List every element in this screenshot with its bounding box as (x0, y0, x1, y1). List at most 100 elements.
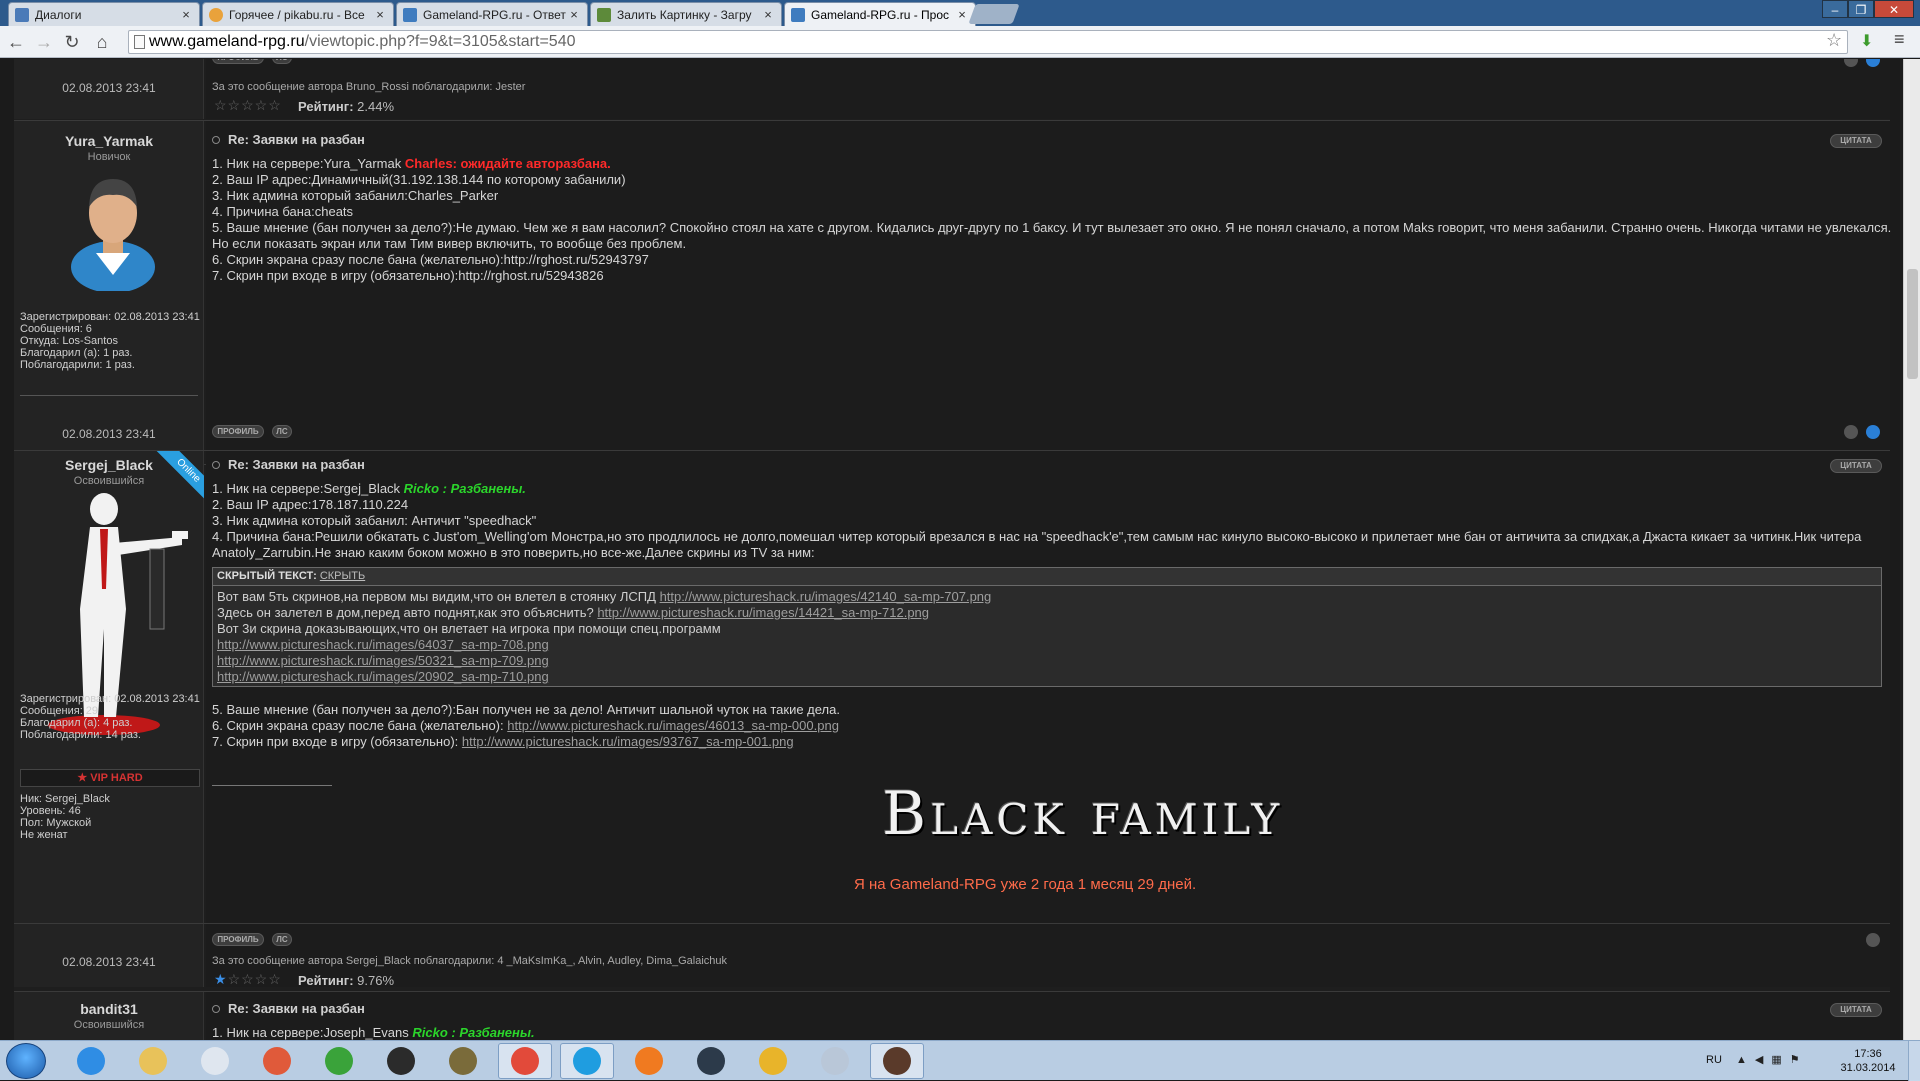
taskbar-button[interactable] (188, 1043, 242, 1079)
image-favicon-icon (597, 7, 611, 22)
registered: Зарегистрирован: 02.08.2013 23:41 (20, 693, 200, 705)
divider (14, 450, 1890, 451)
taskbar-button[interactable] (64, 1043, 118, 1079)
download-extension-icon[interactable]: ⬇ (1860, 31, 1873, 51)
close-icon[interactable]: × (179, 7, 193, 22)
report-icon[interactable] (1866, 933, 1880, 947)
username[interactable]: bandit31 (14, 1001, 204, 1017)
taskbar-button[interactable] (436, 1043, 490, 1079)
page-viewport: ПРОФИЛЬ ЛС 02.08.2013 23:41 За это сообщ… (0, 59, 1920, 1040)
line-reason: 4. Причина бана:Решили обкатать с Just'o… (212, 529, 1862, 560)
gameland-favicon-icon (791, 7, 805, 22)
taskbar-button[interactable] (622, 1043, 676, 1079)
quote-button[interactable]: ЦИТАТА (1830, 459, 1882, 473)
pm-button[interactable]: ЛС (272, 933, 292, 946)
flag-icon[interactable]: ⚑ (1790, 1054, 1808, 1066)
close-icon[interactable]: × (761, 7, 775, 22)
spoiler-text: Вот 3и скрина доказывающих,что он влетае… (217, 621, 721, 636)
username[interactable]: Yura_Yarmak (14, 133, 204, 149)
address-bar[interactable]: www.gameland-rpg.ru/viewtopic.php?f=9&t=… (128, 30, 1848, 54)
taskbar-button[interactable] (684, 1043, 738, 1079)
line-nick: 1. Ник на сервере:Yura_Yarmak (212, 156, 402, 171)
thanked-count: Благодарил (а): 4 раз. (20, 717, 133, 729)
tab-upload-image[interactable]: Залить Картинку - Загру × (590, 2, 782, 26)
vip-badge: ★ VIP HARD (20, 769, 200, 787)
post-body: 1. Ник на сервере:Sergej_Black Ricko : Р… (212, 481, 1892, 561)
back-arrow-icon[interactable]: ← (4, 30, 28, 54)
clock[interactable]: 17:36 31.03.2014 (1836, 1047, 1900, 1075)
taskbar-button[interactable] (560, 1043, 614, 1079)
taskbar-button[interactable] (250, 1043, 304, 1079)
username[interactable]: Sergej_Black (14, 457, 204, 473)
quote-button[interactable]: ЦИТАТА (1830, 134, 1882, 148)
close-icon[interactable]: × (373, 7, 387, 22)
reload-icon[interactable]: ↻ (60, 30, 84, 54)
rating-value: 9.76% (357, 973, 395, 988)
tab-dialogs[interactable]: Диалоги × (8, 2, 200, 26)
profile-button[interactable]: ПРОФИЛЬ (212, 933, 264, 946)
quote-button[interactable]: ЦИТАТА (1830, 1003, 1882, 1017)
taskbar-button[interactable] (870, 1043, 924, 1079)
report-icon[interactable] (1844, 425, 1858, 439)
pm-button[interactable]: ЛС (272, 425, 292, 438)
taskbar-button[interactable] (312, 1043, 366, 1079)
line-ip: 2. Ваш IP адрес:Динамичный(31.192.138.14… (212, 172, 626, 187)
skype-icon (573, 1047, 601, 1075)
screenshot-link[interactable]: http://www.pictureshack.ru/images/20902_… (217, 669, 549, 684)
spoiler-toggle[interactable]: СКРЫТЬ (320, 570, 365, 582)
taskbar-button[interactable] (498, 1043, 552, 1079)
spoiler-label: СКРЫТЫЙ ТЕКСТ: (217, 570, 317, 582)
menu-icon[interactable]: ≡ (1894, 29, 1905, 50)
volume-icon[interactable]: ◀ (1755, 1054, 1771, 1066)
taskbar-button[interactable] (374, 1043, 428, 1079)
post-title[interactable]: Re: Заявки на разбан (212, 132, 365, 147)
line-nick: 1. Ник на сервере:Sergej_Black (212, 481, 401, 496)
taskbar-button[interactable] (746, 1043, 800, 1079)
screenshot-link[interactable]: http://www.pictureshack.ru/images/64037_… (217, 637, 549, 652)
thanks-list: За это сообщение автора Sergej_Black поб… (212, 955, 728, 967)
rating-stars[interactable]: ★☆☆☆☆ (214, 971, 282, 988)
scrollbar-thumb[interactable] (1907, 269, 1918, 379)
close-icon[interactable]: × (567, 7, 581, 22)
new-tab-button[interactable] (968, 4, 1020, 24)
page-scrollbar[interactable] (1903, 59, 1920, 1040)
tab-title: Залить Картинку - Загру (617, 7, 752, 22)
language-indicator[interactable]: RU (1706, 1054, 1722, 1066)
home-icon[interactable]: ⌂ (90, 30, 114, 54)
system-tray[interactable]: ▲◀▦⚑ (1736, 1053, 1808, 1066)
spoiler-text: Вот вам 5ть скринов,на первом мы видим,ч… (217, 589, 656, 604)
tab-pikabu[interactable]: Горячее / pikabu.ru - Все × (202, 2, 394, 26)
post-title-text: Re: Заявки на разбан (228, 132, 365, 147)
post-body-continued: 5. Ваше мнение (бан получен за дело?):Ба… (212, 702, 1892, 750)
tab-gameland-view[interactable]: Gameland-RPG.ru - Прос × (784, 2, 976, 26)
post-title[interactable]: Re: Заявки на разбан (212, 457, 365, 472)
screenshot-link[interactable]: http://www.pictureshack.ru/images/42140_… (660, 589, 992, 604)
minimize-button[interactable]: – (1822, 0, 1848, 18)
profile-button[interactable]: ПРОФИЛЬ (212, 425, 264, 438)
taskbar-button[interactable] (808, 1043, 862, 1079)
profile-button[interactable]: ПРОФИЛЬ (212, 59, 264, 64)
show-desktop-button[interactable] (1908, 1041, 1920, 1081)
clock-time: 17:36 (1854, 1048, 1882, 1060)
taskbar-button[interactable] (126, 1043, 180, 1079)
url-path: /viewtopic.php?f=9&t=3105&start=540 (304, 33, 576, 50)
tray-arrow-icon[interactable]: ▲ (1736, 1054, 1755, 1066)
notepad-icon (201, 1047, 229, 1075)
post-title[interactable]: Re: Заявки на разбан (212, 1001, 365, 1016)
start-button[interactable] (6, 1043, 46, 1079)
forward-arrow-icon[interactable]: → (32, 30, 56, 54)
network-icon[interactable]: ▦ (1771, 1054, 1789, 1066)
page-icon (134, 35, 145, 49)
tab-gameland-reply[interactable]: Gameland-RPG.ru - Ответ × (396, 2, 588, 26)
restore-button[interactable]: ❐ (1848, 0, 1874, 18)
bookmark-star-icon[interactable]: ☆ (1826, 30, 1842, 51)
screenshot-link[interactable]: http://www.pictureshack.ru/images/93767_… (462, 734, 794, 749)
thanks-icon[interactable] (1866, 425, 1880, 439)
screenshot-link[interactable]: http://www.pictureshack.ru/images/14421_… (597, 605, 929, 620)
screenshot-link[interactable]: http://www.pictureshack.ru/images/50321_… (217, 653, 549, 668)
rating-stars[interactable]: ☆☆☆☆☆ (214, 97, 282, 114)
close-icon[interactable]: × (955, 7, 969, 22)
user-info: Зарегистрирован: 02.08.2013 23:41 Сообще… (20, 693, 200, 741)
window-close-button[interactable]: ✕ (1874, 0, 1914, 18)
screenshot-link[interactable]: http://www.pictureshack.ru/images/46013_… (507, 718, 839, 733)
